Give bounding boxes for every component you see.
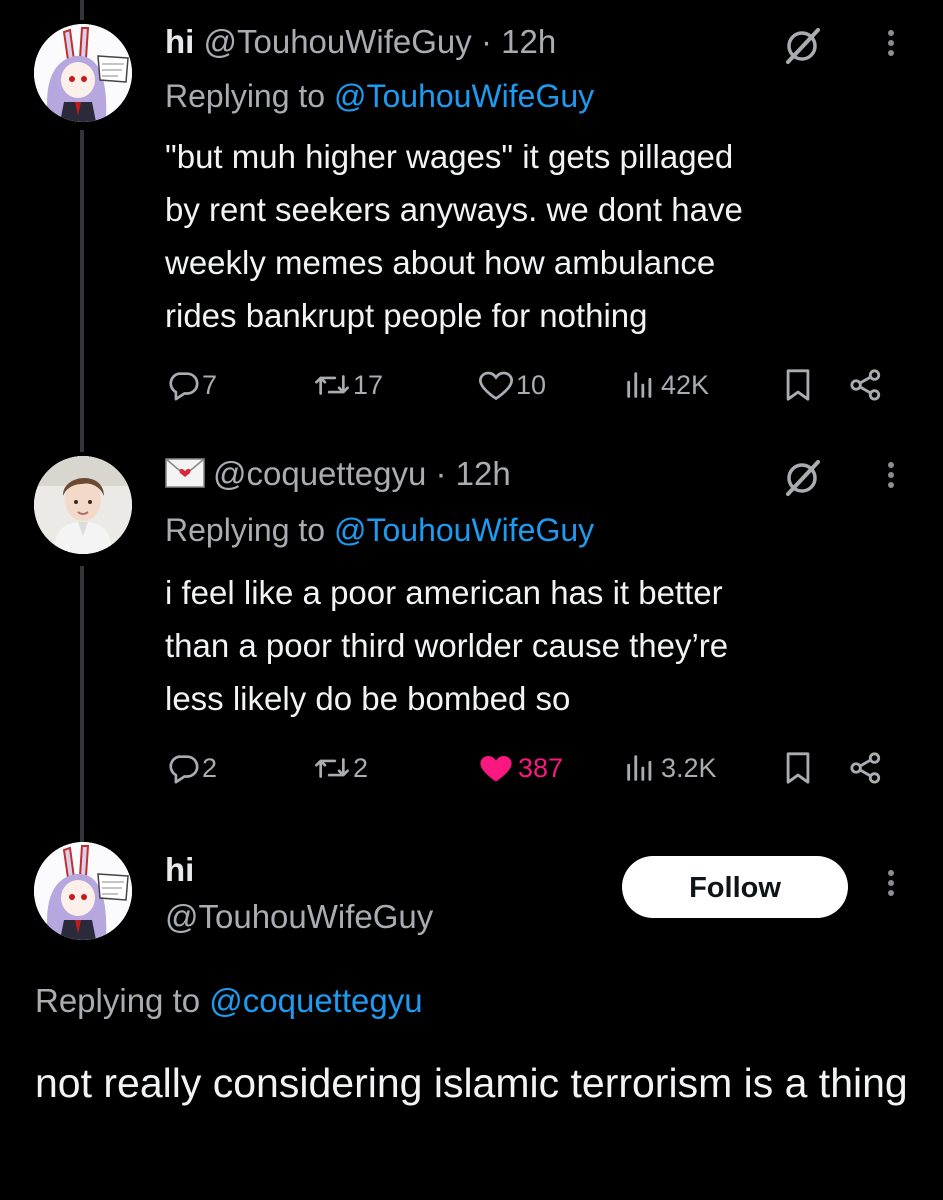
tweet-text: not really considering islamic terrorism… xyxy=(35,1060,908,1106)
thread-line-top xyxy=(80,0,84,20)
heart-icon xyxy=(480,756,512,782)
repost-icon xyxy=(315,758,349,778)
reply-count: 2 xyxy=(202,752,218,783)
heart-icon xyxy=(479,371,513,401)
replying-prefix: Replying to xyxy=(165,78,334,114)
bookmark-icon xyxy=(786,369,810,401)
like-count: 387 xyxy=(518,752,564,783)
repost-icon xyxy=(315,375,349,395)
tweet-text: "but muh higher wages" it gets pillaged … xyxy=(165,138,743,334)
repost-button[interactable]: 17 xyxy=(313,363,383,407)
replying-to: Replying to @coquettegyu xyxy=(35,982,423,1020)
display-name[interactable]: hi xyxy=(165,23,194,60)
reply-icon xyxy=(169,755,199,784)
tweet-text: i feel like a poor american has it bette… xyxy=(165,574,729,717)
more-icon[interactable] xyxy=(876,866,906,902)
action-bar: 2 2 387 3.2K xyxy=(0,746,943,790)
username[interactable]: @coquettegyu xyxy=(213,455,426,492)
separator-dot: · xyxy=(480,23,492,60)
grok-icon[interactable] xyxy=(782,458,822,503)
separator-dot: · xyxy=(435,455,447,492)
avatar[interactable] xyxy=(34,24,132,122)
like-button[interactable]: 10 xyxy=(478,363,546,407)
views-icon xyxy=(627,372,652,398)
views-icon xyxy=(627,755,652,781)
reply-icon xyxy=(169,372,199,401)
reply-count: 7 xyxy=(202,369,218,400)
replying-prefix: Replying to xyxy=(35,982,210,1019)
bookmark-icon xyxy=(786,752,810,784)
views-button[interactable]: 42K xyxy=(625,363,709,407)
view-count: 3.2K xyxy=(661,752,717,783)
follow-button[interactable]: Follow xyxy=(622,856,848,918)
grok-icon[interactable] xyxy=(782,26,822,71)
tweet-header: @coquettegyu · 12h xyxy=(165,454,511,497)
reply-button[interactable]: 2 xyxy=(166,746,217,790)
like-button[interactable]: 387 xyxy=(478,746,563,790)
username[interactable]: @TouhouWifeGuy xyxy=(204,23,472,60)
replying-prefix: Replying to xyxy=(165,512,334,548)
bookmark-button[interactable] xyxy=(783,363,813,407)
view-count: 42K xyxy=(661,369,710,400)
repost-count: 2 xyxy=(353,752,369,783)
bookmark-button[interactable] xyxy=(783,746,813,790)
replying-to: Replying to @TouhouWifeGuy xyxy=(165,76,594,116)
mail-icon xyxy=(165,457,205,497)
tweet-header: hi @TouhouWifeGuy · 12h xyxy=(165,22,556,62)
mention-link[interactable]: @TouhouWifeGuy xyxy=(334,512,594,548)
replying-to: Replying to @TouhouWifeGuy xyxy=(165,510,594,550)
share-icon xyxy=(850,752,881,784)
avatar[interactable] xyxy=(34,842,132,940)
views-button[interactable]: 3.2K xyxy=(625,746,717,790)
more-icon[interactable] xyxy=(876,26,906,62)
repost-count: 17 xyxy=(353,369,384,400)
timestamp[interactable]: 12h xyxy=(501,23,556,60)
mention-link[interactable]: @TouhouWifeGuy xyxy=(334,78,594,114)
like-count: 10 xyxy=(516,369,547,400)
share-button[interactable] xyxy=(848,746,884,790)
username[interactable]: @TouhouWifeGuy xyxy=(165,898,433,936)
thread-line-2 xyxy=(80,566,84,842)
share-icon xyxy=(850,369,881,401)
share-button[interactable] xyxy=(848,363,884,407)
more-icon[interactable] xyxy=(876,458,906,494)
timestamp[interactable]: 12h xyxy=(456,455,511,492)
mention-link[interactable]: @coquettegyu xyxy=(209,982,422,1019)
action-bar: 7 17 10 42K xyxy=(0,363,943,407)
display-name[interactable]: hi xyxy=(165,851,194,889)
reply-button[interactable]: 7 xyxy=(166,363,217,407)
repost-button[interactable]: 2 xyxy=(313,746,368,790)
avatar[interactable] xyxy=(34,456,132,554)
